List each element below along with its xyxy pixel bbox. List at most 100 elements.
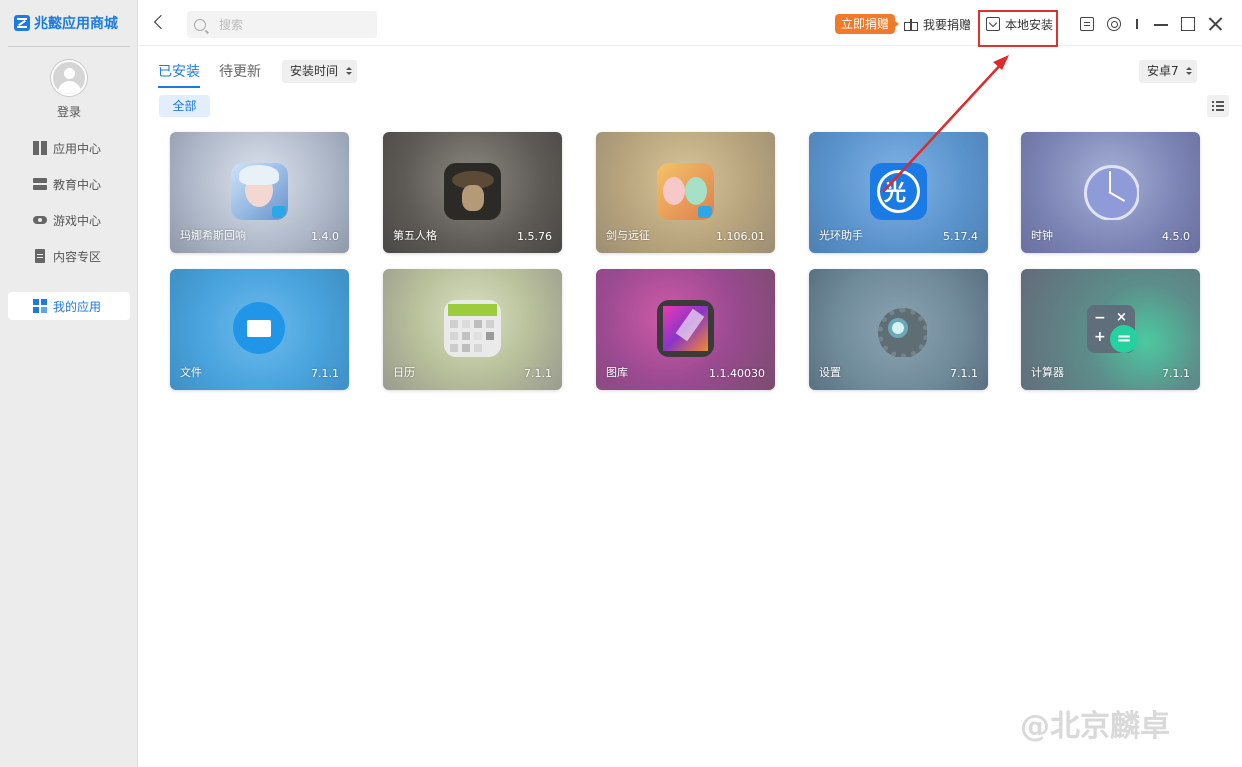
search-box[interactable] [187,11,377,38]
app-name: 日历 [393,366,415,379]
sidebar-item-app-center[interactable]: 应用中心 [8,134,130,162]
app-card[interactable]: 日历 7.1.1 [383,269,562,390]
times-icon: × [1116,310,1127,325]
sidebar: 兆懿应用商城 登录 应用中心 教育中心 游戏中心 内容专区 我的应用 [0,0,138,767]
folder-icon [231,300,288,357]
app-window: 兆懿应用商城 登录 应用中心 教育中心 游戏中心 内容专区 我的应用 搜索 立即… [0,0,1242,767]
list-view-icon[interactable] [1207,95,1229,117]
app-version: 5.17.4 [943,230,978,243]
sidebar-item-label: 游戏中心 [53,213,102,228]
app-name: 剑与远征 [606,229,650,242]
donate-now-button[interactable]: 立即捐赠 [835,14,900,34]
watermark: @北京麟卓 [1020,709,1170,744]
app-card[interactable]: 文件 7.1.1 [170,269,349,390]
app-icon [231,163,288,220]
brand-name: 兆懿应用商城 [34,16,118,32]
my-apps-icon [33,299,47,313]
sort-arrows-icon [346,67,352,76]
store-logo-icon [14,15,30,31]
android-version-select[interactable]: 安卓7 [1139,60,1197,83]
app-name: 文件 [180,366,202,379]
minus-icon: − [1094,310,1106,326]
filter-all-chip[interactable]: 全部 [159,95,210,117]
app-name: 玛娜希斯回响 [180,229,246,242]
sidebar-item-games[interactable]: 游戏中心 [8,206,130,234]
app-card[interactable]: 图库 1.1.40030 [596,269,775,390]
gallery-icon [657,300,714,357]
clock-hand [1108,191,1126,202]
arrow-head [993,55,1009,70]
maximize-icon[interactable] [1181,17,1195,31]
sidebar-item-my-apps[interactable]: 我的应用 [8,292,130,320]
select-arrows-icon [1186,67,1192,76]
app-version: 4.5.0 [1162,230,1190,243]
app-version: 1.4.0 [311,230,339,243]
sort-label: 安装时间 [290,64,339,78]
app-name: 图库 [606,366,628,379]
calculator-icon: − × + = [1082,300,1139,357]
avatar-head [64,68,75,79]
sidebar-item-content[interactable]: 内容专区 [8,242,130,270]
app-card[interactable]: 玛娜希斯回响 1.4.0 [170,132,349,253]
tab-installed[interactable]: 已安装 [158,62,200,88]
app-icon [657,163,714,220]
app-card[interactable]: − × + = 计算器 7.1.1 [1021,269,1200,390]
plus-icon: + [1094,329,1106,345]
app-name: 时钟 [1031,229,1053,242]
settings-gear-icon [870,300,927,357]
donate-label: 我要捐赠 [923,17,972,32]
separator [1136,19,1138,29]
search-input[interactable] [219,17,359,32]
settings-icon[interactable] [1107,17,1121,31]
app-name: 光环助手 [819,229,863,242]
app-version: 1.5.76 [517,230,552,243]
equals-icon: = [1110,325,1138,353]
avatar-body [58,81,81,94]
sidebar-divider [8,46,130,47]
search-icon [194,18,206,31]
login-link[interactable]: 登录 [0,103,138,120]
brand[interactable]: 兆懿应用商城 [14,12,118,34]
highlight-box [978,10,1058,47]
app-card[interactable]: 第五人格 1.5.76 [383,132,562,253]
sidebar-item-label: 我的应用 [53,299,102,314]
app-version: 1.106.01 [716,230,765,243]
document-icon [33,249,47,263]
sidebar-item-label: 应用中心 [53,141,102,156]
app-name: 计算器 [1031,366,1064,379]
app-version: 1.1.40030 [709,367,765,380]
clock-icon [1082,163,1139,220]
app-card[interactable]: 设置 7.1.1 [809,269,988,390]
app-version: 7.1.1 [950,367,978,380]
app-version: 7.1.1 [524,367,552,380]
education-icon [33,177,47,191]
sidebar-item-label: 内容专区 [53,249,102,264]
avatar[interactable] [51,60,87,96]
sidebar-item-education[interactable]: 教育中心 [8,170,130,198]
app-icon [444,163,501,220]
top-bar: 立即捐赠 我要捐赠 本地安装 [139,0,1242,47]
gamepad-icon [33,213,47,227]
back-icon[interactable] [153,15,165,31]
bilibili-badge-icon [698,206,712,218]
close-icon[interactable] [1208,17,1222,31]
sort-select[interactable]: 安装时间 [282,60,357,83]
minimize-icon[interactable] [1154,17,1168,31]
app-name: 设置 [819,366,841,379]
donate-button[interactable]: 我要捐赠 [904,14,971,34]
sidebar-item-label: 教育中心 [53,177,102,192]
app-card[interactable]: 时钟 4.5.0 [1021,132,1200,253]
calendar-icon [444,300,501,357]
app-version: 7.1.1 [1162,367,1190,380]
tab-bar: 已安装 待更新 [158,62,261,90]
app-icon [870,163,927,220]
android-version-label: 安卓7 [1147,64,1179,78]
app-card[interactable]: 光环助手 5.17.4 [809,132,988,253]
grid-icon [33,141,47,155]
file-icon[interactable] [1080,17,1094,31]
app-name: 第五人格 [393,229,437,242]
app-version: 7.1.1 [311,367,339,380]
gift-icon [904,18,918,31]
app-card[interactable]: 剑与远征 1.106.01 [596,132,775,253]
tab-updates[interactable]: 待更新 [219,62,261,88]
